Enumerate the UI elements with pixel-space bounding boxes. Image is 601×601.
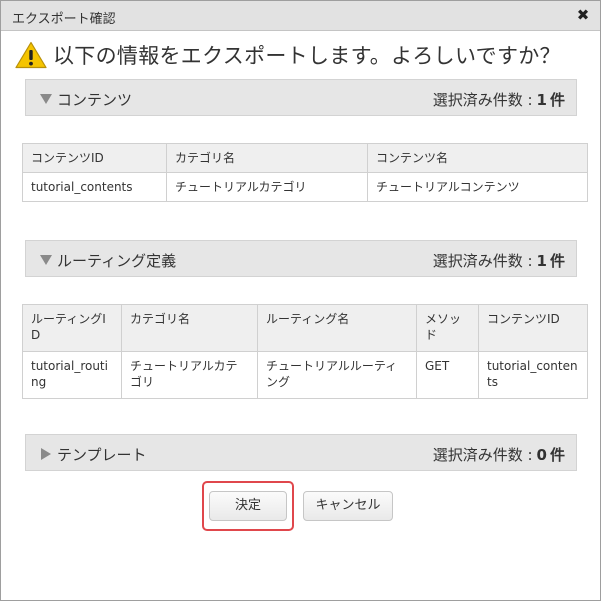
section-header-templates[interactable]: テンプレート 選択済み件数 :0件: [25, 434, 577, 471]
column-header: ルーティングID: [22, 304, 122, 352]
section-title: ルーティング定義: [57, 252, 177, 270]
column-header: カテゴリ名: [166, 143, 368, 173]
column-header: コンテンツID: [22, 143, 167, 173]
table-cell: tutorial_routing: [22, 351, 122, 399]
table-row: tutorial_routing チュートリアルカテゴリ チュートリアルルーティ…: [22, 351, 588, 399]
triangle-right-icon: [41, 448, 51, 460]
column-header: ルーティング名: [257, 304, 417, 352]
table-cell: チュートリアルカテゴリ: [166, 172, 368, 202]
selected-count: 選択済み件数 :0件: [432, 446, 565, 464]
confirm-message: 以下の情報をエクスポートします。よろしいですか？: [15, 39, 590, 71]
triangle-down-icon: [40, 94, 52, 104]
routing-table: ルーティングID カテゴリ名 ルーティング名 メソッド コンテンツID tuto…: [22, 304, 588, 399]
column-header: カテゴリ名: [121, 304, 258, 352]
table-cell: tutorial_contents: [478, 351, 588, 399]
section-title: テンプレート: [57, 446, 147, 464]
section-header-routing[interactable]: ルーティング定義 選択済み件数 :1件: [25, 240, 577, 277]
export-confirm-dialog: エクスポート確認 ✖ 以下の情報をエクスポートします。よろしいですか？ コンテン…: [0, 0, 601, 601]
warning-icon: [15, 41, 47, 69]
triangle-down-icon: [40, 255, 52, 265]
table-cell: tutorial_contents: [22, 172, 167, 202]
selected-count: 選択済み件数 :1件: [432, 252, 565, 270]
table-cell: GET: [416, 351, 479, 399]
contents-table: コンテンツID カテゴリ名 コンテンツ名 tutorial_contents チ…: [22, 143, 588, 202]
close-icon[interactable]: ✖: [575, 6, 591, 24]
cancel-button[interactable]: キャンセル: [303, 491, 393, 521]
table-header-row: コンテンツID カテゴリ名 コンテンツ名: [22, 143, 588, 173]
dialog-title: エクスポート確認: [12, 12, 116, 27]
section-title: コンテンツ: [57, 91, 133, 109]
section-header-contents[interactable]: コンテンツ 選択済み件数 :1件: [25, 79, 577, 116]
table-cell: チュートリアルコンテンツ: [367, 172, 588, 202]
column-header: コンテンツ名: [367, 143, 588, 173]
column-header: コンテンツID: [478, 304, 588, 352]
table-cell: チュートリアルカテゴリ: [121, 351, 258, 399]
table-row: tutorial_contents チュートリアルカテゴリ チュートリアルコンテ…: [22, 172, 588, 202]
table-header-row: ルーティングID カテゴリ名 ルーティング名 メソッド コンテンツID: [22, 304, 588, 352]
selected-count: 選択済み件数 :1件: [432, 91, 565, 109]
table-cell: チュートリアルルーティング: [257, 351, 417, 399]
dialog-titlebar[interactable]: エクスポート確認 ✖: [1, 1, 600, 31]
column-header: メソッド: [416, 304, 479, 352]
question-text: 以下の情報をエクスポートします。よろしいですか？: [53, 44, 561, 68]
ok-button[interactable]: 決定: [209, 491, 287, 521]
